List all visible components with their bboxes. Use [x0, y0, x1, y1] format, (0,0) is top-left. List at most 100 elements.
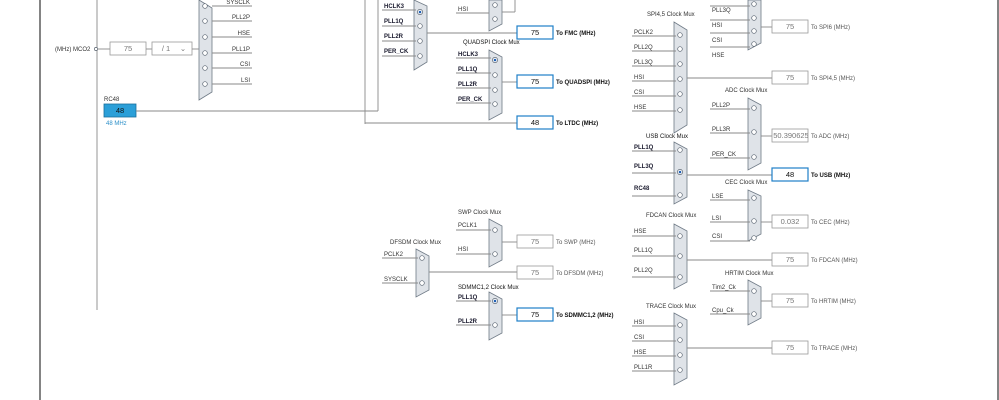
- spi45-value: 75: [786, 73, 794, 82]
- adc-mux: ADC Clock Mux PLL2P PLL3R PER_CK 50.3906…: [710, 88, 849, 171]
- mco2-input-sysclk: SYSCLK: [226, 0, 250, 6]
- adc-value: 50.390625: [773, 131, 808, 140]
- rc48-title: RC48: [104, 97, 120, 103]
- adc-input-per-ck: PER_CK: [712, 152, 736, 158]
- fdcan-input-pll2q: PLL2Q: [634, 268, 653, 274]
- spi45-input-pll3q: PLL3Q: [634, 60, 653, 66]
- quadspi-input-per-ck: PER_CK: [458, 97, 483, 103]
- trace-output-label: To TRACE (MHz): [811, 346, 857, 352]
- usb-output-label: To USB (MHz): [811, 173, 850, 179]
- sdmmc-output-label: To SDMMC1,2 (MHz): [556, 313, 614, 319]
- fmc-selected-dot: [418, 10, 422, 14]
- swp-output-label: To SWP (MHz): [556, 240, 596, 246]
- rc48-block: RC48 48 48 MHz: [103, 97, 378, 127]
- spi6-input-pll3q: PLL3Q: [712, 8, 731, 14]
- sdmmc-input-pll1q: PLL1Q: [458, 295, 478, 301]
- adc-input-pll3r: PLL3R: [712, 127, 731, 133]
- spi45-input-hse: HSE: [634, 105, 646, 111]
- sdmmc-value: 75: [531, 310, 539, 319]
- hrtim-value: 75: [786, 296, 794, 305]
- mco2-value: 75: [124, 44, 132, 53]
- hrtim-title: HRTIM Clock Mux: [725, 271, 774, 277]
- spi6-input-csi: CSI: [712, 38, 722, 44]
- trace-mux: TRACE Clock Mux HSI CSI HSE PLL1R 75 To …: [632, 304, 857, 386]
- fdcan-input-hse: HSE: [634, 229, 646, 235]
- swp-input-pclk1: PCLK1: [458, 223, 478, 229]
- ltdc-value: 48: [531, 118, 539, 127]
- hrtim-input-tim2-ck: Tim2_Ck: [712, 285, 737, 291]
- chevron-down-icon: ⌄: [180, 44, 186, 53]
- usb-input-pll3q: PLL3Q: [634, 164, 654, 170]
- dfsdm-output-label: To DFSDM (MHz): [556, 271, 603, 277]
- usb-input-pll1q: PLL1Q: [634, 145, 654, 151]
- dfsdm-input-sysclk: SYSCLK: [384, 277, 408, 283]
- mco2-output: (MHz) MCO2 75 / 1 ⌄: [55, 41, 199, 56]
- adc-output-label: To ADC (MHz): [811, 134, 849, 140]
- spi6-input-hsi: HSI: [712, 23, 722, 29]
- ltdc-output-label: To LTDC (MHz): [556, 121, 598, 127]
- trace-input-hsi: HSI: [634, 320, 644, 326]
- mco2-input-lsi: LSI: [241, 78, 250, 84]
- mco2-label: (MHz) MCO2: [55, 47, 91, 53]
- trace-value: 75: [786, 343, 794, 352]
- mco2-input-pll1p: PLL1P: [232, 47, 250, 53]
- dfsdm-value: 75: [531, 268, 539, 277]
- fdcan-output-label: To FDCAN (MHz): [811, 258, 858, 264]
- dfsdm-title: DFSDM Clock Mux: [390, 240, 441, 246]
- fmc-output-label: To FMC (MHz): [556, 31, 596, 37]
- rc48-value: 48: [116, 106, 124, 115]
- mco2-input-csi: CSI: [240, 62, 250, 68]
- spi45-output-label: To SPI4,5 (MHz): [811, 76, 855, 82]
- cec-title: CEC Clock Mux: [725, 180, 767, 186]
- trace-input-pll1r: PLL1R: [634, 365, 653, 371]
- fmc-input-pll2r: PLL2R: [384, 34, 404, 40]
- adc-title: ADC Clock Mux: [725, 88, 767, 94]
- fmc-input-per-ck: PER_CK: [384, 49, 409, 55]
- ltdc-top-input-hsi: HSI: [458, 7, 468, 13]
- swp-title: SWP Clock Mux: [458, 210, 501, 216]
- cec-output-label: To CEC (MHz): [811, 220, 850, 226]
- cec-input-csi: CSI: [712, 234, 722, 240]
- rc48-freq: 48 MHz: [106, 121, 127, 127]
- quadspi-title: QUADSPI Clock Mux: [463, 40, 520, 46]
- cec-value: 0.032: [781, 217, 800, 226]
- mco2-input-pll2p: PLL2P: [232, 15, 250, 21]
- hrtim-output-label: To HRTIM (MHz): [811, 299, 856, 305]
- fdcan-input-pll1q: PLL1Q: [634, 248, 653, 254]
- dfsdm-input-pclk2: PCLK2: [384, 252, 404, 258]
- sdmmc-mux: SDMMC1,2 Clock Mux PLL1Q PLL2R 75 To SDM…: [456, 285, 614, 341]
- ltdc-output: 48 To LTDC (MHz): [365, 115, 598, 130]
- spi45-input-hsi: HSI: [634, 75, 644, 81]
- spi6-input-hse: HSE: [712, 53, 724, 59]
- quadspi-input-pll2r: PLL2R: [458, 82, 478, 88]
- cec-input-lse: LSE: [712, 194, 723, 200]
- swp-mux: SWP Clock Mux PCLK1 HSI 75 To SWP (MHz): [456, 210, 596, 268]
- ltdc-top-mux: HSI: [456, 0, 516, 32]
- quadspi-output-label: To QUADSPI (MHz): [556, 80, 610, 86]
- trace-input-csi: CSI: [634, 335, 644, 341]
- fmc-input-pll1q: PLL1Q: [384, 19, 404, 25]
- sdmmc-title: SDMMC1,2 Clock Mux: [458, 285, 519, 291]
- usb-value: 48: [786, 170, 794, 179]
- spi45-title: SPI4,5 Clock Mux: [647, 12, 695, 18]
- trace-input-hse: HSE: [634, 350, 646, 356]
- sdmmc-input-pll2r: PLL2R: [458, 319, 478, 325]
- usb-title: USB Clock Mux: [646, 134, 688, 140]
- usb-mux: USB Clock Mux PLL1Q PLL3Q RC48 48 To USB…: [632, 134, 850, 205]
- hrtim-mux: HRTIM Clock Mux Tim2_Ck Cpu_Ck 75 To HRT…: [710, 271, 856, 326]
- fdcan-value: 75: [786, 255, 794, 264]
- hrtim-input-cpu-ck: Cpu_Ck: [712, 308, 735, 314]
- cec-mux: CEC Clock Mux LSE LSI CSI 0.032 To CEC (…: [710, 180, 850, 242]
- swp-value: 75: [531, 237, 539, 246]
- swp-input-hsi: HSI: [458, 247, 468, 253]
- usb-selected-dot: [678, 170, 682, 174]
- adc-input-pll2p: PLL2P: [712, 103, 730, 109]
- clock-tree-diagram: SYSCLK PLL2P HSE PLL1P CSI LSI (MHz) MCO…: [39, 0, 999, 400]
- spi6-mux: PLL3Q HSI CSI HSE 75 To SPI6 (MHz): [710, 0, 850, 59]
- quadspi-selected-dot: [493, 58, 497, 62]
- trace-title: TRACE Clock Mux: [646, 304, 696, 310]
- mco2-mux: SYSCLK PLL2P HSE PLL1P CSI LSI: [198, 0, 252, 101]
- spi45-input-pclk2: PCLK2: [634, 30, 654, 36]
- spi45-input-pll2q: PLL2Q: [634, 45, 653, 51]
- mco2-divider-value: / 1: [162, 44, 170, 53]
